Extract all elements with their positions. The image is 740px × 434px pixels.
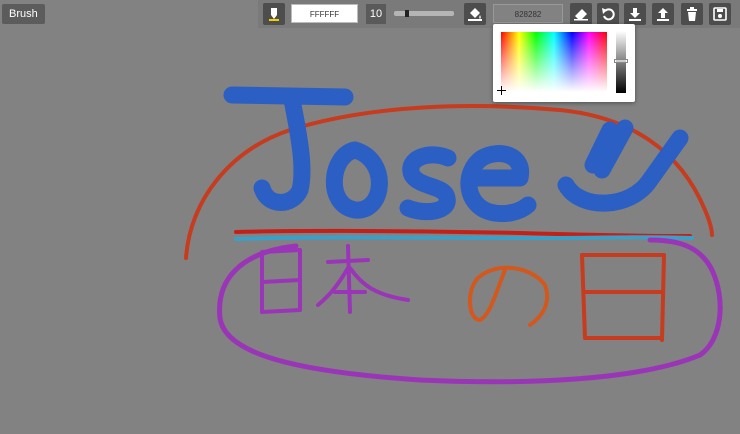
stroke-J-stem [253, 91, 311, 211]
stroke-s [399, 146, 457, 221]
paint-bucket-icon [468, 8, 482, 21]
stroke-hi [580, 253, 666, 342]
undo-icon [602, 8, 615, 21]
undo-button[interactable] [597, 3, 619, 25]
color-spectrum[interactable] [501, 32, 607, 92]
pen-icon [269, 8, 279, 21]
eraser-icon [574, 9, 588, 21]
slider-thumb[interactable] [405, 10, 410, 17]
stroke-blue-underline [234, 235, 694, 241]
stroke-no [468, 265, 550, 327]
trash-icon [687, 7, 697, 21]
download-button[interactable] [624, 3, 646, 25]
stroke-red-underline [234, 228, 692, 238]
save-icon [713, 7, 727, 21]
pen-button[interactable] [263, 3, 285, 25]
brush-size-slider[interactable] [394, 10, 454, 17]
save-button[interactable] [709, 3, 731, 25]
stroke-hon [316, 244, 410, 314]
crosshair-cursor[interactable] [497, 86, 506, 95]
upload-icon [657, 8, 669, 21]
color-picker-popup [493, 24, 635, 102]
fill-button[interactable] [464, 3, 486, 25]
upload-button[interactable] [652, 3, 674, 25]
download-icon [629, 8, 641, 21]
stroke-nichi-box [260, 248, 302, 314]
trash-button[interactable] [681, 3, 703, 25]
brush-color-field[interactable]: FFFFFF [291, 4, 358, 23]
brush-size-field[interactable]: 10 [366, 4, 386, 24]
lightness-handle[interactable] [614, 59, 628, 64]
fill-color-field[interactable]: 828282 [493, 4, 563, 23]
stroke-e [460, 145, 537, 223]
stroke-o [325, 141, 388, 219]
brush-mode-button[interactable]: Brush [2, 4, 45, 24]
eraser-button[interactable] [570, 3, 592, 25]
